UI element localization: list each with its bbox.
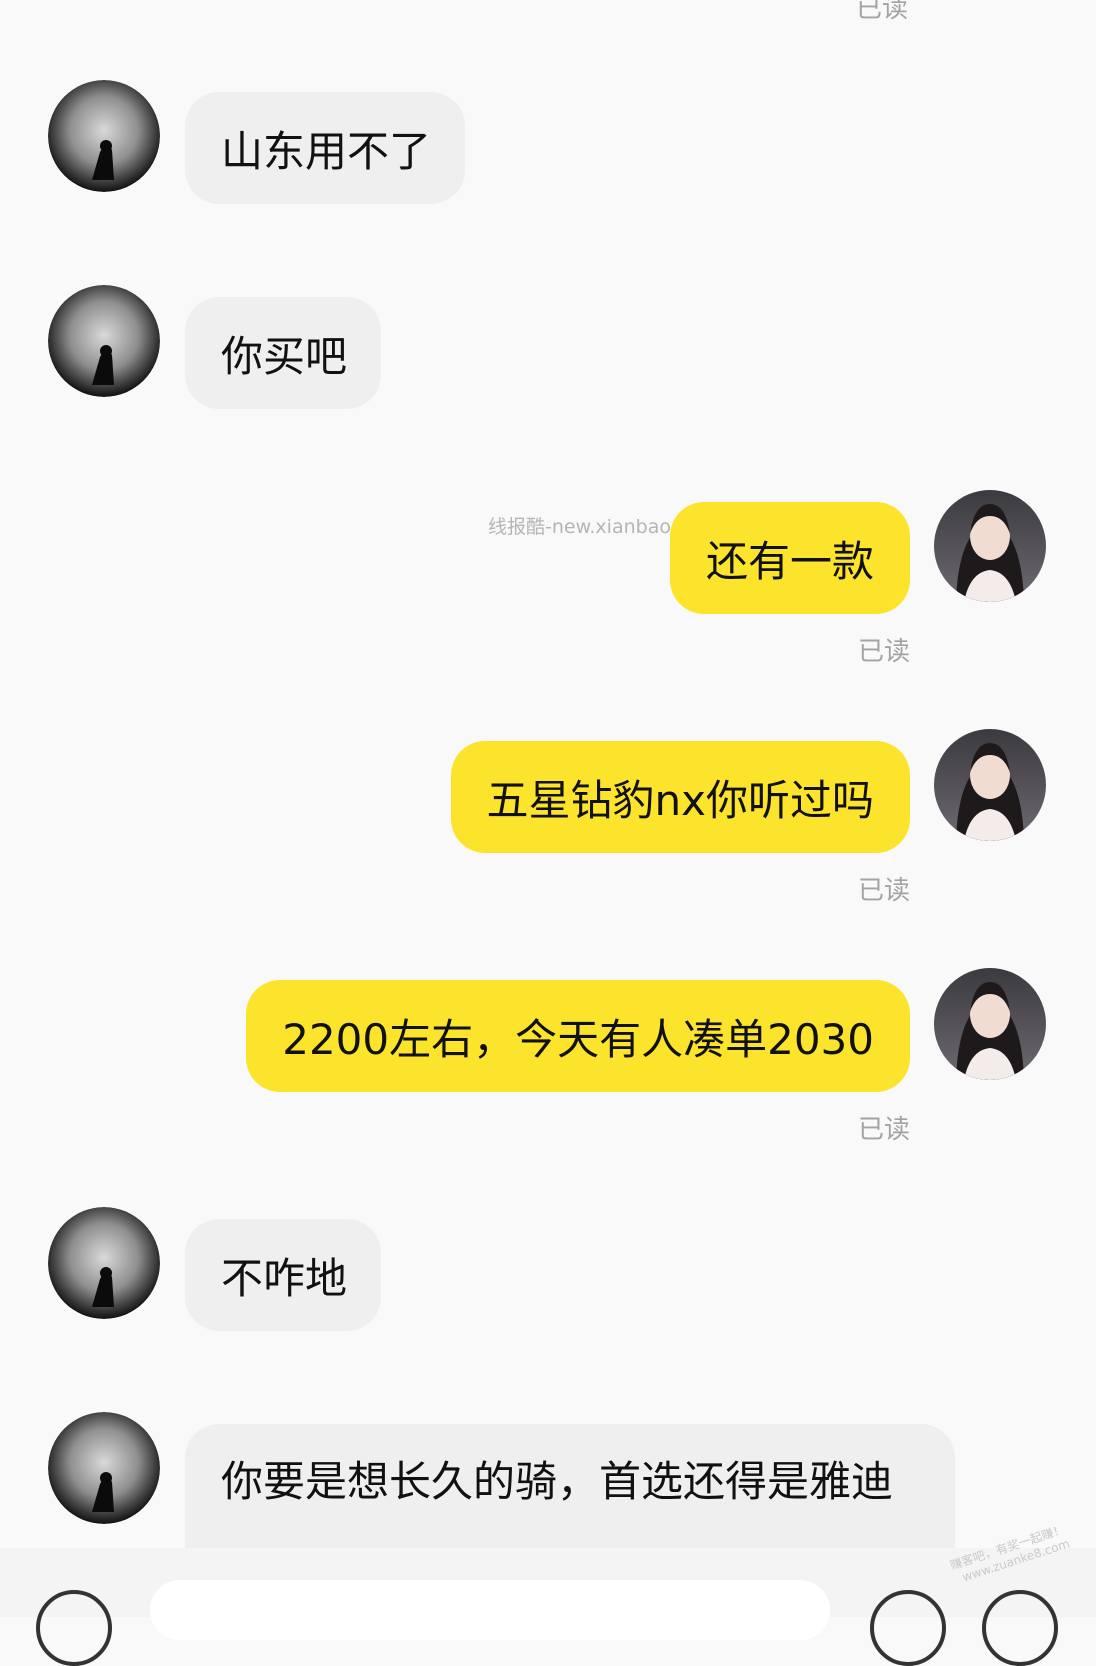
chat-input-bar (0, 1548, 1096, 1666)
message-text: 山东用不了 (221, 126, 432, 176)
incoming-message-bubble[interactable]: 山东用不了 (185, 92, 466, 204)
message-text: 你要是想长久的骑，首选还得是雅迪 (221, 1457, 894, 1506)
incoming-message-bubble[interactable]: 你买吧 (185, 297, 382, 409)
girl-portrait-avatar[interactable] (934, 490, 1046, 602)
outgoing-message-bubble[interactable]: 2200左右，今天有人凑单2030 (246, 980, 910, 1092)
read-status: 已读 (857, 637, 910, 667)
incoming-message-bubble[interactable]: 你要是想长久的骑，首选还得是雅迪 (185, 1424, 955, 1548)
read-status: 已读 (856, 0, 909, 24)
outgoing-message-bubble[interactable]: 还有一款 (669, 502, 910, 614)
message-text: 不咋地 (221, 1253, 348, 1303)
message-text: 五星钻豹nx你听过吗 (486, 775, 874, 825)
message-text: 还有一款 (705, 536, 874, 586)
message-input[interactable] (150, 1580, 830, 1640)
dark-silhouette-avatar[interactable] (48, 285, 160, 397)
message-text: 你买吧 (221, 331, 348, 381)
dark-silhouette-avatar[interactable] (48, 1207, 160, 1319)
plus-icon[interactable] (982, 1590, 1058, 1666)
outgoing-message-bubble[interactable]: 五星钻豹nx你听过吗 (450, 741, 910, 853)
girl-portrait-avatar[interactable] (934, 729, 1046, 841)
voice-icon[interactable] (36, 1590, 112, 1666)
incoming-message-bubble[interactable]: 不咋地 (185, 1219, 382, 1331)
emoji-icon[interactable] (870, 1590, 946, 1666)
message-text: 2200左右，今天有人凑单2030 (282, 1014, 874, 1064)
read-status: 已读 (857, 1115, 910, 1145)
read-status: 已读 (857, 876, 910, 906)
dark-silhouette-avatar[interactable] (48, 1412, 160, 1524)
dark-silhouette-avatar[interactable] (48, 80, 160, 192)
girl-portrait-avatar[interactable] (934, 968, 1046, 1080)
